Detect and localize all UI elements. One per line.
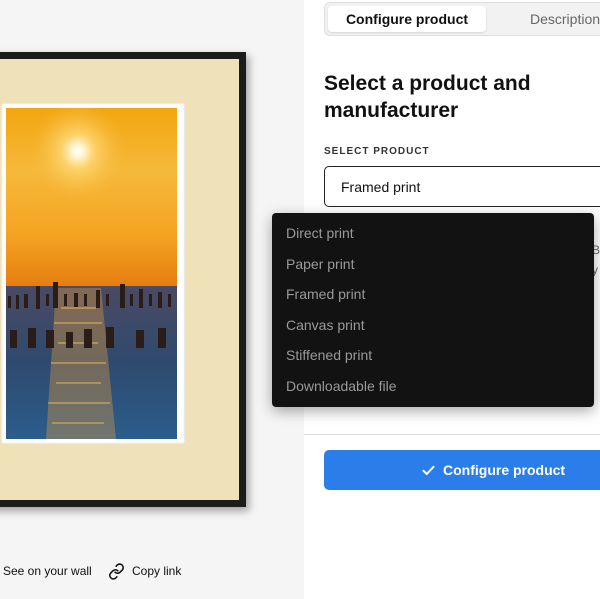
section-divider — [304, 434, 600, 435]
page-title-line1: Select a product and — [324, 72, 531, 95]
picture-frame — [0, 52, 246, 507]
tab-configure-product[interactable]: Configure product — [328, 6, 486, 32]
product-tabs: Configure product Description — [324, 2, 600, 36]
see-on-wall-button[interactable]: See on your wall — [3, 560, 92, 582]
see-on-wall-label: See on your wall — [3, 564, 92, 578]
dropdown-option[interactable]: Stiffened print — [272, 340, 594, 371]
sunset-photo — [6, 108, 177, 439]
dropdown-option[interactable]: Paper print — [272, 249, 594, 280]
page-title-line2: manufacturer — [324, 99, 459, 122]
dropdown-option[interactable]: Framed print — [272, 279, 594, 310]
photo-border — [1, 103, 185, 444]
copy-link-label: Copy link — [132, 564, 182, 578]
product-select[interactable]: Framed print — [324, 166, 600, 207]
dropdown-option[interactable]: Direct print — [272, 218, 594, 249]
page-title: Select a product and manufacturer — [324, 70, 584, 124]
dropdown-option[interactable]: Canvas print — [272, 310, 594, 341]
tab-description[interactable]: Description — [530, 6, 600, 32]
configure-product-button[interactable]: Configure product — [324, 450, 600, 490]
copy-link-button[interactable]: Copy link — [108, 560, 181, 582]
link-icon — [109, 562, 124, 580]
product-preview: See on your wall Copy link — [0, 0, 304, 599]
preview-actions: See on your wall Copy link — [0, 560, 304, 582]
product-dropdown-menu: Direct print Paper print Framed print Ca… — [272, 213, 594, 407]
frame-mat — [0, 59, 239, 500]
dropdown-option[interactable]: Downloadable file — [272, 371, 594, 402]
product-select-value: Framed print — [341, 178, 421, 195]
check-icon — [422, 465, 435, 475]
configure-product-label: Configure product — [443, 462, 566, 478]
select-product-label: SELECT PRODUCT — [324, 146, 430, 157]
